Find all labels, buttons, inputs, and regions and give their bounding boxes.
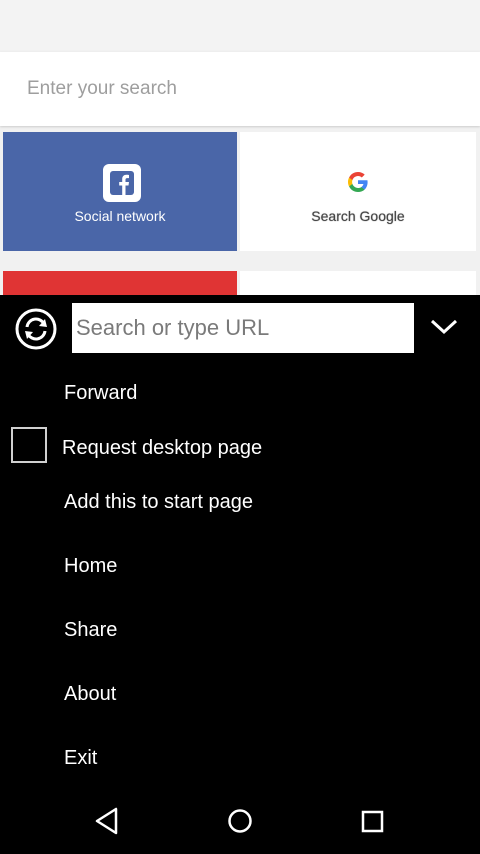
- tile-partial[interactable]: [3, 271, 237, 295]
- menu-item-exit[interactable]: Exit: [64, 747, 97, 770]
- menu-item-add-start[interactable]: Add this to start page: [64, 491, 253, 514]
- back-icon[interactable]: [94, 806, 120, 836]
- menu-item-forward[interactable]: Forward: [64, 382, 137, 405]
- home-circle-icon[interactable]: [227, 806, 253, 836]
- tile-partial[interactable]: [240, 271, 476, 295]
- request-desktop-checkbox[interactable]: [11, 427, 47, 463]
- navigation-bar: [0, 790, 480, 854]
- overflow-menu: Search or type URL Forward Request deskt…: [0, 295, 480, 854]
- menu-item-home[interactable]: Home: [64, 555, 117, 578]
- menu-item-about[interactable]: About: [64, 683, 116, 706]
- recents-square-icon[interactable]: [360, 806, 386, 836]
- facebook-icon: [103, 164, 141, 202]
- tile-label: Search Google: [311, 208, 405, 224]
- menu-item-request-desktop[interactable]: Request desktop page: [62, 437, 262, 460]
- tile-label: Social network: [74, 208, 166, 224]
- search-placeholder: Enter your search: [27, 78, 177, 99]
- url-input[interactable]: Search or type URL: [72, 303, 414, 353]
- menu-item-share[interactable]: Share: [64, 619, 117, 642]
- status-area: [0, 0, 480, 50]
- tile-social-network[interactable]: Social network: [3, 132, 237, 251]
- tile-search-google[interactable]: Search Google: [240, 132, 476, 251]
- url-placeholder: Search or type URL: [76, 315, 270, 340]
- chevron-down-icon[interactable]: [430, 319, 458, 335]
- refresh-icon[interactable]: [14, 307, 58, 351]
- google-icon: [348, 172, 368, 192]
